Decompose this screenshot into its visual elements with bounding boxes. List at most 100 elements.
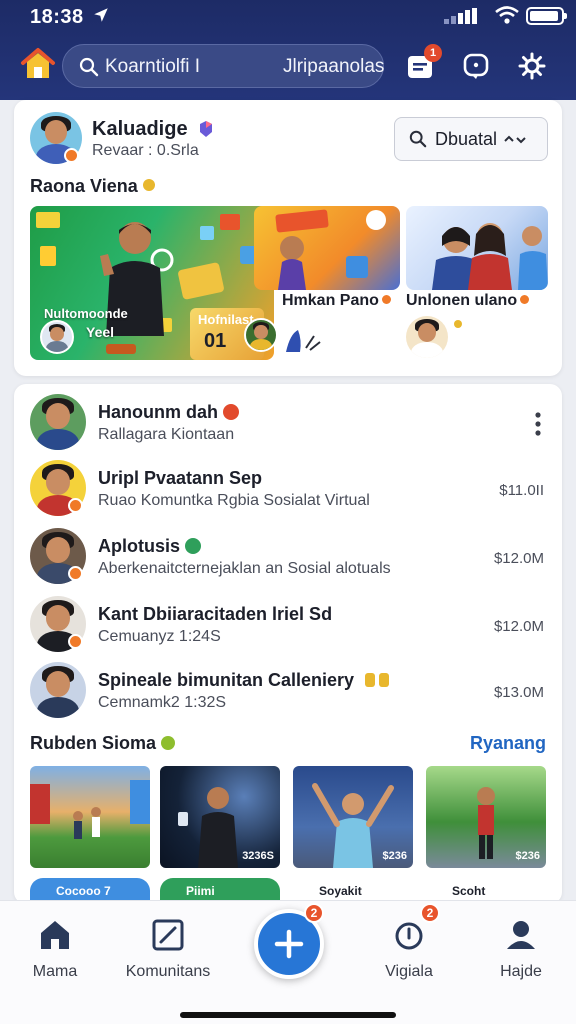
story-label-1: Hmkan Pano <box>282 292 391 310</box>
thumbnail-tag: 3236S <box>242 850 274 862</box>
search-bar[interactable]: Koarntiolfi I Jlripaanolas <box>62 44 384 88</box>
list-item-amount: $11.0II <box>499 482 544 499</box>
hands-clap-icon <box>365 673 390 687</box>
signal-icon <box>444 8 477 24</box>
nav-item-profile[interactable]: Hajde <box>466 913 576 993</box>
chevron-up-down-icon <box>504 135 526 144</box>
featured-caption-bottom: Yeel <box>86 324 115 340</box>
nav-item-home[interactable]: Mama <box>0 913 110 993</box>
list-item-name: Aplotusis <box>98 536 202 557</box>
list-item-name: Hanounm dah <box>98 402 239 423</box>
status-bar: 18:38 <box>0 0 576 36</box>
list-item-subtitle: Cemuanyz 1:24S <box>98 628 221 645</box>
list-avatar <box>30 662 86 718</box>
story-tile-promo[interactable] <box>254 206 400 290</box>
list-item-name: Spineale bimunitan Calleniery <box>98 670 393 691</box>
search-segment-right[interactable]: Jlripaanolas <box>277 45 385 89</box>
video-thumbnail[interactable]: 3236S <box>160 766 280 868</box>
list-item-name: Kant Dbiiaracitaden lriel Sd <box>98 604 333 624</box>
story-tile-family[interactable] <box>406 206 548 290</box>
filter-dropdown-label: Dbuatal <box>435 128 498 149</box>
nav-item-watch[interactable]: Vigiala <box>354 913 464 993</box>
profile-name: Kaluadige <box>92 118 215 141</box>
nav-label: Komunitans <box>125 963 211 980</box>
search-placeholder-left: Koarntiolfi I <box>105 56 201 77</box>
chat-icon <box>463 53 489 79</box>
watch-badge: 2 <box>420 903 440 923</box>
video-thumbnail[interactable] <box>30 766 150 868</box>
hand-wave-icon <box>286 330 321 352</box>
leaf-icon <box>161 736 176 750</box>
promo-creator-avatar <box>244 318 278 352</box>
online-status-dot <box>64 148 79 163</box>
search-segment-left[interactable]: Koarntiolfi I <box>79 45 259 89</box>
chat-button[interactable] <box>458 48 494 84</box>
profile-card: Kaluadige Revaar : 0.Srla Dbuatal Raona … <box>14 100 562 376</box>
plus-icon <box>274 929 304 959</box>
list-item[interactable]: Hanounm dah Rallagara Kiontaan <box>14 390 562 456</box>
promo-card-bottom: 01 <box>204 330 227 352</box>
list-item-amount: $13.0M <box>493 684 544 701</box>
home-indicator <box>180 1012 396 1018</box>
filter-dropdown[interactable]: Dbuatal <box>394 117 548 161</box>
featured-creator-avatar <box>40 320 74 354</box>
list-item-subtitle: Cemnamk2 1:32S <box>98 694 227 711</box>
live-dot-icon <box>223 404 239 420</box>
search-icon <box>79 57 99 77</box>
edit-icon <box>152 919 184 951</box>
promo-card-top: Hofnilast <box>198 312 254 327</box>
featured-caption-top: Nultomoonde <box>44 306 128 321</box>
story-label-2: Unlonen ulano <box>406 292 530 310</box>
list-item-subtitle: Aberkenaitcternejaklan an Sosial alotual… <box>98 560 391 577</box>
battery-icon <box>526 7 567 25</box>
home-icon <box>41 921 69 949</box>
home-logo-icon[interactable] <box>20 46 56 82</box>
search-icon <box>409 130 427 148</box>
list-item[interactable]: Spineale bimunitan Calleniery Cemnamk2 1… <box>14 658 562 724</box>
see-all-link[interactable]: Ryanang <box>470 733 546 754</box>
list-item-name: Uripl Pvaatann Sep <box>98 468 263 488</box>
status-time: 18:38 <box>30 6 84 28</box>
list-item[interactable]: Kant Dbiiaracitaden lriel Sd Cemuanyz 1:… <box>14 592 562 658</box>
recommended-title: Rubden Sioma <box>30 733 176 754</box>
feed-card: Hanounm dah Rallagara Kiontaan Uripl Pva… <box>14 384 562 904</box>
more-options-icon[interactable] <box>528 410 548 438</box>
nav-item-community[interactable]: Komunitans <box>113 913 223 993</box>
power-icon <box>395 922 423 950</box>
top-header: 18:38 Koarntiolfi I Jlripaanolas 1 <box>0 0 576 100</box>
nav-label: Mama <box>32 963 78 980</box>
nav-label: Vigiala <box>385 963 433 980</box>
park-scene-image <box>30 780 150 839</box>
settings-button[interactable] <box>514 48 550 84</box>
location-arrow-icon <box>94 8 108 22</box>
story-2-status-dot <box>454 320 462 328</box>
list-item-amount: $12.0M <box>493 618 544 635</box>
trending-dot-icon <box>142 179 155 191</box>
create-badge: 2 <box>304 903 324 923</box>
story-2-avatar <box>406 316 448 358</box>
list-item-subtitle: Rallagara Kiontaan <box>98 426 235 443</box>
list-item-subtitle: Ruao Komuntka Rgbia Sosialat Virtual <box>98 492 370 509</box>
list-avatar <box>30 394 86 450</box>
wifi-icon <box>495 6 519 24</box>
list-item[interactable]: Aplotusis Aberkenaitcternejaklan an Sosi… <box>14 524 562 590</box>
search-placeholder-right: Jlripaanolas <box>283 56 385 77</box>
verified-badge-icon <box>185 538 202 554</box>
thumbnail-tag: $236 <box>382 850 407 862</box>
notifications-badge: 1 <box>424 44 442 62</box>
list-item-amount: $12.0M <box>493 550 544 567</box>
list-item[interactable]: Uripl Pvaatann Sep Ruao Komuntka Rgbia S… <box>14 456 562 522</box>
thumbnail-tag: $236 <box>515 850 540 862</box>
family-image <box>432 223 548 290</box>
verified-badge-icon <box>200 121 213 137</box>
promo-image <box>275 209 386 290</box>
notifications-button[interactable]: 1 <box>402 44 442 84</box>
stories-title: Raona Viena <box>30 176 155 197</box>
video-thumbnail[interactable]: $236 <box>293 766 413 868</box>
featured-chip <box>106 344 136 354</box>
settings-icon <box>518 52 546 80</box>
profile-icon <box>507 921 535 949</box>
profile-subtitle: Revaar : 0.Srla <box>92 142 199 159</box>
nav-label: Hajde <box>500 963 542 980</box>
video-thumbnail[interactable]: $236 <box>426 766 546 868</box>
